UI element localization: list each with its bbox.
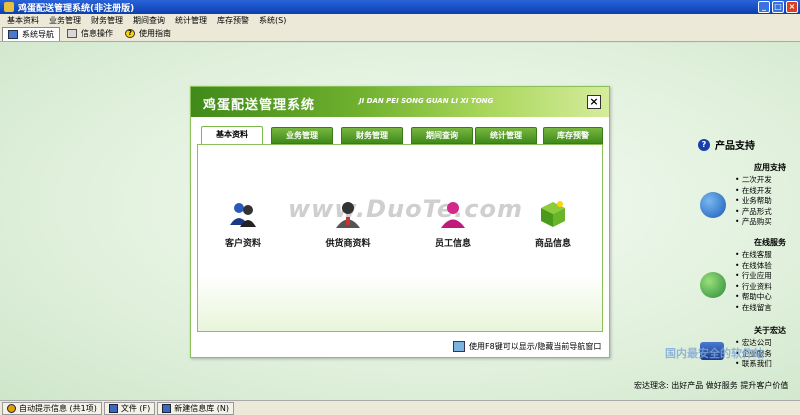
nav-tab-bar: 系统导航 信息操作 ? 使用指南 [0,26,800,42]
dialog-footer: 使用F8键可以显示/隐藏当前导航窗口 [453,341,601,352]
dialog-tabs: 基本资料 业务管理 财务管理 期间查询 统计管理 库存预警 [197,126,603,145]
dialog-title: 鸡蛋配送管理系统 [203,98,316,113]
item-label: 客户资料 [224,239,261,249]
task-label: 文件 (F) [120,403,151,413]
nav-icon [8,29,18,39]
task-auto-hint[interactable]: 自动提示信息 (共1项) [2,401,102,415]
app-icon [4,2,14,12]
dialog-subtitle: JI DAN PEI SONG GUAN LI XI TONG [359,97,494,105]
link-product-buy[interactable]: 产品购买 [735,217,772,228]
panel-title: 产品支持 [715,141,755,152]
link-product-form[interactable]: 产品形式 [735,207,772,218]
link-online-dev[interactable]: 在线开发 [735,186,772,197]
window-controls: _ □ × [758,1,798,13]
section-heading: 关于宏达 [754,326,786,335]
footer-hint: 使用F8键可以显示/隐藏当前导航窗口 [469,342,602,351]
minimize-button[interactable]: _ [758,1,770,13]
tab-system-nav[interactable]: 系统导航 [2,26,60,41]
menu-bar: 基本资料 业务管理 财务管理 期间查询 统计管理 库存预警 系统(S) [0,14,800,26]
task-label: 新建信息库 (N) [174,403,230,413]
dialog-header: 鸡蛋配送管理系统 JI DAN PEI SONG GUAN LI XI TONG… [191,87,609,117]
maximize-button[interactable]: □ [772,1,784,13]
window-title: 鸡蛋配送管理系统(非注册版) [18,3,135,14]
tab-label: 信息操作 [81,29,113,38]
link-business-help[interactable]: 业务帮助 [735,196,772,207]
question-icon: ? [698,138,710,151]
tab-user-guide[interactable]: ? 使用指南 [120,27,176,41]
company-slogan: 宏达理念: 出好产品 做好服务 提升客户价值 [634,381,789,390]
link-online-cs[interactable]: 在线客服 [735,250,772,261]
link-help-center[interactable]: 帮助中心 [735,292,772,303]
menu-finance[interactable]: 财务管理 [86,15,128,26]
customer-info-button[interactable]: 客户资料 [208,199,278,249]
close-window-button[interactable]: × [786,1,798,13]
help-icon: ? [125,29,135,38]
tab-label: 使用指南 [139,29,171,38]
dialog-close-button[interactable]: × [587,95,601,109]
tab-info-operation[interactable]: 信息操作 [62,27,118,41]
employee-info-button[interactable]: 员工信息 [418,199,488,249]
link-industry-data[interactable]: 行业资料 [735,282,772,293]
file-icon [108,403,118,413]
tab-finance[interactable]: 财务管理 [341,127,403,144]
tab-statistics[interactable]: 统计管理 [475,127,537,144]
product-support-title: ? 产品支持 [698,137,755,152]
task-file[interactable]: 文件 (F) [103,401,156,415]
menu-stock-alert[interactable]: 库存预警 [212,15,254,26]
arrow-icon [700,192,726,218]
item-label: 员工信息 [434,239,471,249]
product-icon [541,201,565,227]
employee-icon [441,202,465,228]
globe-icon [700,272,726,298]
product-info-button[interactable]: 商品信息 [518,199,588,249]
online-service-links: 在线客服 在线体验 行业应用 行业资料 帮助中心 在线留言 [735,250,772,313]
section-heading: 应用支持 [754,163,786,172]
section-heading: 在线服务 [754,238,786,247]
database-icon [162,403,172,413]
supplier-info-button[interactable]: 供货商资料 [313,199,383,249]
app-support-links: 二次开发 在线开发 业务帮助 产品形式 产品购买 [735,175,772,228]
tab-period-query[interactable]: 期间查询 [411,127,473,144]
tab-label: 系统导航 [22,29,54,39]
link-secondary-dev[interactable]: 二次开发 [735,175,772,186]
item-label: 供货商资料 [325,239,371,249]
task-new-database[interactable]: 新建信息库 (N) [157,401,235,415]
tab-basic-data[interactable]: 基本资料 [201,126,263,145]
status-taskbar: 自动提示信息 (共1项) 文件 (F) 新建信息库 (N) [0,400,800,415]
bell-icon [7,403,16,413]
menu-business[interactable]: 业务管理 [44,15,86,26]
menu-system[interactable]: 系统(S) [254,15,291,26]
customer-icon [230,203,256,227]
link-industry-app[interactable]: 行业应用 [735,271,772,282]
supplier-icon [336,202,360,228]
link-online-trial[interactable]: 在线体验 [735,261,772,272]
hint-icon [453,341,465,352]
link-online-message[interactable]: 在线留言 [735,303,772,314]
info-icon [67,29,77,38]
item-label: 商品信息 [534,239,571,249]
menu-basic-data[interactable]: 基本资料 [2,15,44,26]
menu-statistics[interactable]: 统计管理 [170,15,212,26]
title-bar: 鸡蛋配送管理系统(非注册版) _ □ × [0,0,800,14]
menu-period-query[interactable]: 期间查询 [128,15,170,26]
tab-business[interactable]: 业务管理 [271,127,333,144]
navigation-dialog: 鸡蛋配送管理系统 JI DAN PEI SONG GUAN LI XI TONG… [190,86,610,358]
dialog-content: www.DuoTe.com 客户资料 供货商资料 员工信息 商品信息 [197,144,603,332]
site-watermark: 国内最安全的软件站 [665,347,764,360]
tab-stock-alert[interactable]: 库存预警 [543,127,603,144]
task-label: 自动提示信息 (共1项) [19,403,97,413]
